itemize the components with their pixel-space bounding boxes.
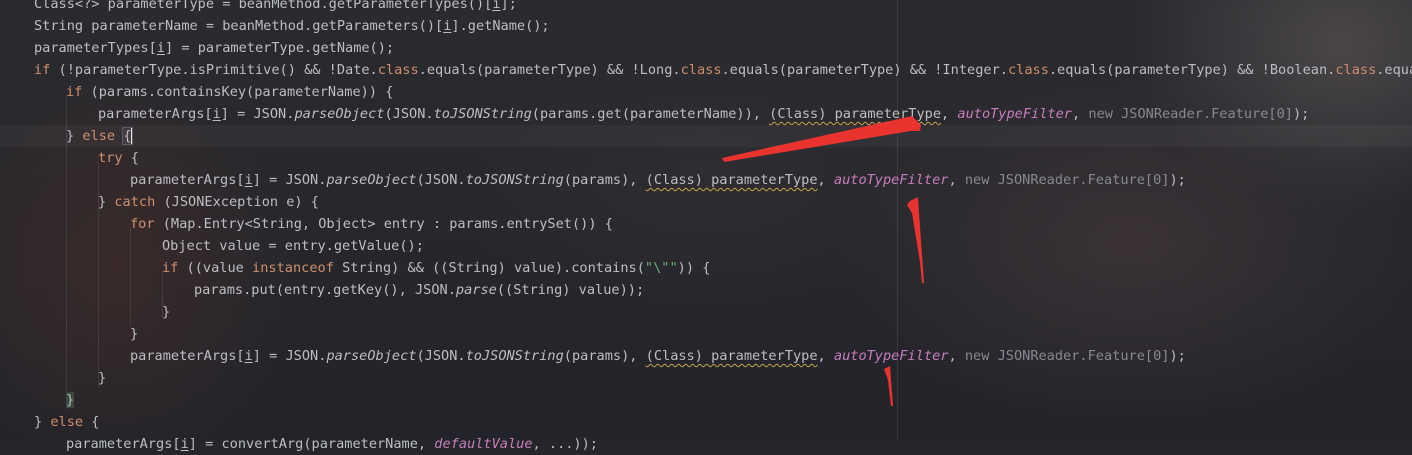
- red-arrow-annotation: [884, 366, 893, 406]
- annotation-arrows: [722, 116, 924, 406]
- red-arrow-annotation: [722, 116, 921, 162]
- red-arrow-annotation: [907, 197, 924, 283]
